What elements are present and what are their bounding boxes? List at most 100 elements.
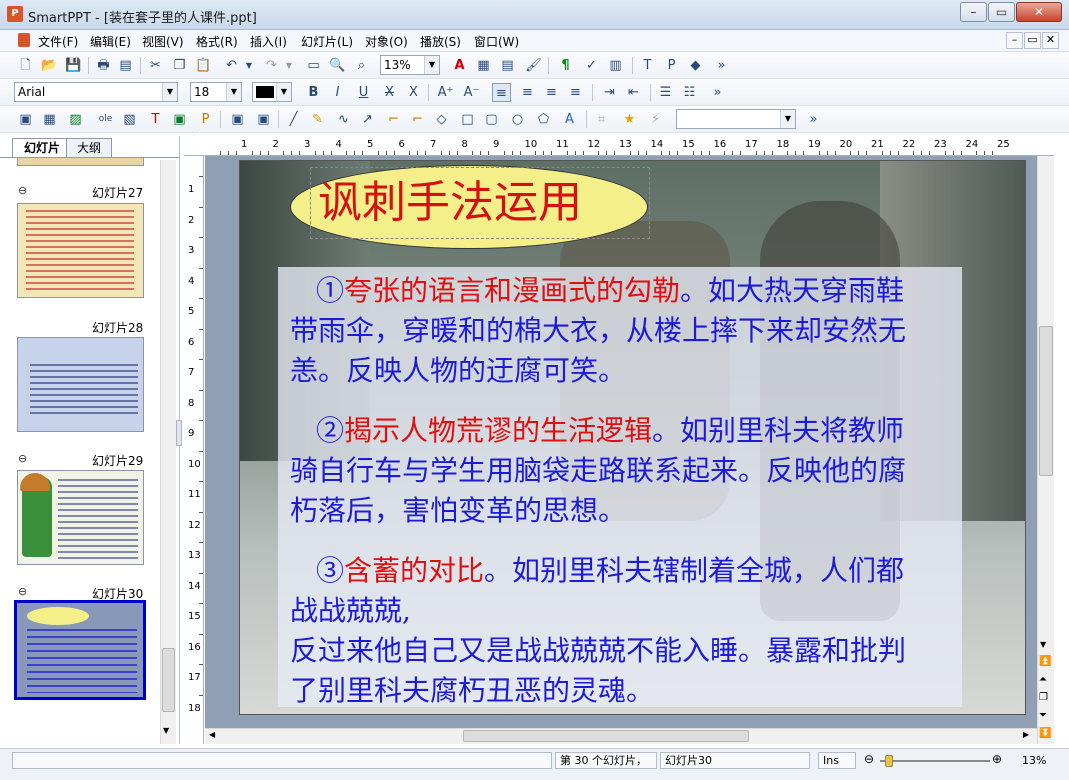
group-icon[interactable]: ▣ bbox=[228, 110, 247, 129]
paste-icon[interactable]: 📋 bbox=[194, 56, 213, 75]
wordart-icon[interactable]: A bbox=[560, 110, 579, 129]
scroll-right-icon[interactable]: ▶ bbox=[1023, 730, 1029, 739]
elbow-connector-icon[interactable]: ⌐ bbox=[408, 110, 427, 129]
zoom-select[interactable]: 13% ▼ bbox=[380, 55, 440, 75]
paragraph-2-line-1[interactable]: ②揭示人物荒谬的生活逻辑。如别里科夫将教师 bbox=[316, 411, 904, 450]
ungroup-icon[interactable]: ▣ bbox=[254, 110, 273, 129]
crop-icon[interactable]: ⌗ bbox=[592, 110, 611, 129]
template-p-icon[interactable]: P bbox=[662, 56, 681, 75]
menu-view[interactable]: 视图(V) bbox=[142, 33, 184, 50]
decrease-font-icon[interactable]: A⁻ bbox=[462, 83, 481, 102]
chart-icon[interactable]: ▦ bbox=[474, 56, 493, 75]
minimize-button[interactable]: – bbox=[960, 2, 987, 22]
zoom-tool-icon[interactable]: 🔍 bbox=[328, 56, 347, 75]
thumbnail-slide-27[interactable] bbox=[17, 203, 144, 298]
justify-icon[interactable]: ≡ bbox=[566, 83, 585, 102]
toolbar1-overflow[interactable]: » bbox=[712, 56, 731, 75]
save-icon[interactable]: 💾 bbox=[64, 56, 83, 75]
new-file-icon[interactable]: 🗋 bbox=[16, 56, 35, 75]
align-right-icon[interactable]: ≡ bbox=[542, 83, 561, 102]
paragraph-1-line-3[interactable]: 恙。反映人物的迂腐可笑。 bbox=[290, 351, 626, 390]
insert-table-icon[interactable]: ▦ bbox=[40, 110, 59, 129]
zoom-out-icon[interactable]: ⊖ bbox=[864, 752, 874, 766]
scroll-thumb[interactable] bbox=[1039, 326, 1053, 476]
close-button[interactable]: ✕ bbox=[1016, 2, 1062, 22]
curve-icon[interactable]: ∿ bbox=[334, 110, 353, 129]
pdf-icon[interactable]: ▤ bbox=[116, 56, 135, 75]
toolbar3-overflow[interactable]: » bbox=[804, 110, 823, 129]
slide-title[interactable]: 讽刺手法运用 bbox=[318, 173, 582, 233]
menu-play[interactable]: 播放(S) bbox=[420, 33, 461, 50]
menu-file[interactable]: 文件(F) bbox=[38, 33, 78, 50]
connector-icon[interactable]: ⌐ bbox=[384, 110, 403, 129]
style-select[interactable]: ▼ bbox=[676, 109, 796, 129]
slide-panel-scrollbar[interactable]: ▼ bbox=[160, 160, 176, 744]
paragraph-2-line-3[interactable]: 朽落后，害怕变革的思想。 bbox=[290, 491, 626, 530]
scroll-left-icon[interactable]: ◀ bbox=[209, 730, 215, 739]
insert-p-icon[interactable]: P bbox=[196, 110, 215, 129]
slide-icon[interactable]: ❐ bbox=[1039, 692, 1048, 703]
font-family-select[interactable]: Arial ▼ bbox=[14, 82, 178, 102]
slide-canvas[interactable]: 讽刺手法运用 ①夸张的语言和漫画式的勾勒。如大热天穿雨鞋 带雨伞，穿暖和的棉大衣… bbox=[239, 160, 1026, 715]
menu-object[interactable]: 对象(O) bbox=[365, 33, 408, 50]
undo-dropdown-icon[interactable]: ▼ bbox=[244, 56, 254, 75]
bullet-list-icon[interactable]: ☰ bbox=[656, 83, 675, 102]
ole-object-icon[interactable]: ole bbox=[96, 110, 115, 129]
doc-restore-button[interactable]: ▭ bbox=[1024, 32, 1041, 49]
insert-t-icon[interactable]: T bbox=[146, 110, 165, 129]
paragraph-2-line-2[interactable]: 骑自行车与学生用脑袋走路联系起来。反映他的腐 bbox=[290, 451, 906, 490]
template-t-icon[interactable]: T bbox=[638, 56, 657, 75]
toolbar2-overflow[interactable]: » bbox=[708, 83, 727, 102]
menu-edit[interactable]: 编辑(E) bbox=[90, 33, 131, 50]
insert-frame-icon[interactable]: ▣ bbox=[170, 110, 189, 129]
bold-icon[interactable]: B bbox=[304, 83, 323, 102]
paragraph-1-line-2[interactable]: 带雨伞，穿暖和的棉大衣，从楼上摔下来却安然无 bbox=[290, 311, 906, 350]
font-size-select[interactable]: 18 ▼ bbox=[190, 82, 242, 102]
font-color-a-icon[interactable]: A bbox=[450, 56, 469, 75]
tab-outline[interactable]: 大纲 bbox=[66, 138, 112, 158]
star-icon[interactable]: ★ bbox=[620, 110, 639, 129]
menu-window[interactable]: 窗口(W) bbox=[474, 33, 519, 50]
next-slide-icon[interactable]: ⏬ bbox=[1039, 728, 1051, 739]
zoom-slider-handle[interactable] bbox=[885, 755, 893, 767]
scroll-down-icon[interactable]: ▼ bbox=[1040, 640, 1046, 649]
next-icon[interactable]: ⏷ bbox=[1039, 710, 1047, 721]
shapes-icon[interactable]: ⬠ bbox=[534, 110, 553, 129]
editor-vertical-scrollbar[interactable]: ▼ ⏫ ⏶ ❐ ⏷ ⏬ bbox=[1037, 156, 1054, 744]
thumbnail-slide-30-selected[interactable] bbox=[14, 600, 146, 700]
doc-close-button[interactable]: ✕ bbox=[1042, 32, 1059, 49]
rounded-rect-icon[interactable]: ▢ bbox=[482, 110, 501, 129]
paragraph-3-line-3[interactable]: 反过来他自己又是战战兢兢不能入睡。暴露和批判 bbox=[290, 631, 906, 670]
paragraph-3-line-1[interactable]: ③含蓄的对比。如别里科夫辖制着全城，人们都 bbox=[316, 551, 904, 590]
undo-icon[interactable]: ↶ bbox=[222, 56, 241, 75]
word-count-icon[interactable]: ▥ bbox=[606, 56, 625, 75]
strikethrough-icon[interactable]: X bbox=[380, 83, 399, 102]
rectangle-icon[interactable]: □ bbox=[458, 110, 477, 129]
package-icon[interactable]: ◆ bbox=[686, 56, 705, 75]
open-folder-icon[interactable]: 📂 bbox=[40, 56, 59, 75]
tab-slides[interactable]: 幻灯片 bbox=[12, 138, 72, 158]
free-shape-icon[interactable]: ◇ bbox=[432, 110, 451, 129]
insert-media-icon[interactable]: ▧ bbox=[120, 110, 139, 129]
increase-font-icon[interactable]: A⁺ bbox=[436, 83, 455, 102]
prev-icon[interactable]: ⏶ bbox=[1039, 674, 1047, 685]
format-painter-icon[interactable]: 🖌 bbox=[524, 56, 543, 75]
panel-splitter[interactable] bbox=[176, 420, 182, 446]
zoom-in-icon[interactable]: ⊕ bbox=[992, 752, 1002, 766]
thumbnail-slide-28[interactable] bbox=[17, 337, 144, 432]
fit-icon[interactable]: ▭ bbox=[304, 56, 323, 75]
text-color-select[interactable]: ▼ bbox=[252, 82, 292, 102]
redo-icon[interactable]: ↷ bbox=[262, 56, 281, 75]
effects-icon[interactable]: ⚡ bbox=[646, 110, 665, 129]
pen-icon[interactable]: ✎ bbox=[308, 110, 327, 129]
redo-dropdown-icon[interactable]: ▼ bbox=[284, 56, 294, 75]
menu-insert[interactable]: 插入(I) bbox=[250, 33, 287, 50]
cut-icon[interactable]: ✂ bbox=[146, 56, 165, 75]
align-center-icon[interactable]: ≡ bbox=[518, 83, 537, 102]
clear-format-icon[interactable]: X bbox=[404, 83, 423, 102]
editor-horizontal-scrollbar[interactable]: ◀ ▶ bbox=[205, 728, 1037, 744]
spell-check-icon[interactable]: ✓ bbox=[582, 56, 601, 75]
paragraph-mark-icon[interactable]: ¶ bbox=[556, 56, 575, 75]
zoom-slider[interactable] bbox=[880, 760, 990, 762]
copy-icon[interactable]: ❐ bbox=[170, 56, 189, 75]
